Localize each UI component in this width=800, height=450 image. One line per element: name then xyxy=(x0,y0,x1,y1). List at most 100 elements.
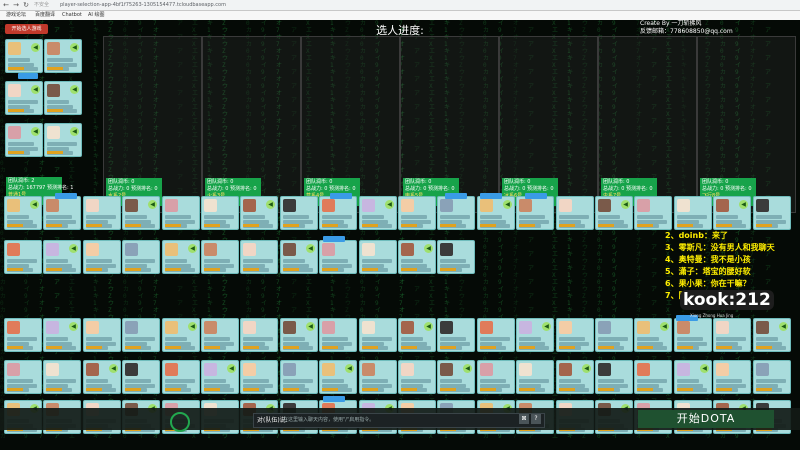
player-card[interactable] xyxy=(398,196,436,230)
security-indicator[interactable]: 不安全 xyxy=(34,1,49,9)
player-card[interactable]: ◀ xyxy=(634,318,672,352)
speaker-icon[interactable]: ◀ xyxy=(227,364,236,373)
speaker-icon[interactable]: ◀ xyxy=(306,322,315,331)
player-card[interactable]: ◀ xyxy=(477,196,515,230)
player-card[interactable] xyxy=(516,360,554,394)
player-card[interactable] xyxy=(162,196,200,230)
bookmark-item[interactable]: AI 绘图 xyxy=(88,12,105,19)
player-card[interactable] xyxy=(83,240,121,274)
player-card[interactable] xyxy=(240,240,278,274)
speaker-icon[interactable]: ◀ xyxy=(424,244,433,253)
speaker-icon[interactable]: ◀ xyxy=(69,322,78,331)
player-card[interactable] xyxy=(240,318,278,352)
player-card[interactable] xyxy=(477,360,515,394)
speaker-icon[interactable]: ◀ xyxy=(385,200,394,209)
player-card[interactable]: ◀ xyxy=(713,196,751,230)
speaker-icon[interactable]: ◀ xyxy=(542,322,551,331)
player-card[interactable]: ◀ xyxy=(5,39,43,73)
player-card[interactable] xyxy=(319,196,357,230)
player-card[interactable]: ◀ xyxy=(437,360,475,394)
player-card[interactable] xyxy=(83,196,121,230)
player-card[interactable] xyxy=(359,240,397,274)
player-card[interactable] xyxy=(280,196,318,230)
player-card[interactable]: ◀ xyxy=(43,318,81,352)
player-card[interactable] xyxy=(4,318,42,352)
url-field[interactable]: player-selection-app-4bf1f75263-13051544… xyxy=(60,1,226,9)
speaker-icon[interactable]: ◀ xyxy=(148,200,157,209)
player-card[interactable] xyxy=(516,196,554,230)
player-card[interactable]: ◀ xyxy=(44,123,82,157)
player-card[interactable] xyxy=(437,318,475,352)
player-card[interactable]: ◀ xyxy=(43,240,81,274)
speaker-icon[interactable]: ◀ xyxy=(109,364,118,373)
player-card[interactable] xyxy=(4,240,42,274)
player-card[interactable] xyxy=(122,360,160,394)
player-card[interactable] xyxy=(201,318,239,352)
player-card[interactable]: ◀ xyxy=(162,318,200,352)
start-dota-button[interactable]: 开始DOTA xyxy=(638,410,774,428)
voice-ring-icon[interactable] xyxy=(170,412,190,432)
speaker-icon[interactable]: ◀ xyxy=(424,322,433,331)
speaker-icon[interactable]: ◀ xyxy=(739,200,748,209)
speaker-icon[interactable]: ◀ xyxy=(345,364,354,373)
speaker-icon[interactable]: ◀ xyxy=(621,200,630,209)
speaker-icon[interactable]: ◀ xyxy=(30,200,39,209)
forward-icon[interactable]: → xyxy=(12,1,20,9)
speaker-icon[interactable]: ◀ xyxy=(582,364,591,373)
bookmark-item[interactable]: Chatbot xyxy=(62,12,82,19)
speaker-icon[interactable]: ◀ xyxy=(188,244,197,253)
player-card[interactable]: ◀ xyxy=(516,318,554,352)
player-card[interactable]: ◀ xyxy=(201,360,239,394)
player-card[interactable] xyxy=(556,318,594,352)
player-card[interactable] xyxy=(595,360,633,394)
speaker-icon[interactable]: ◀ xyxy=(31,127,40,136)
speaker-icon[interactable]: ◀ xyxy=(188,322,197,331)
player-card[interactable] xyxy=(753,360,791,394)
speaker-icon[interactable]: ◀ xyxy=(70,43,79,52)
player-card[interactable] xyxy=(634,360,672,394)
player-card[interactable]: ◀ xyxy=(595,196,633,230)
player-card[interactable] xyxy=(43,196,81,230)
player-card[interactable]: ◀ xyxy=(44,39,82,73)
reload-icon[interactable]: ↻ xyxy=(22,1,30,9)
player-card[interactable]: ◀ xyxy=(5,123,43,157)
player-card[interactable] xyxy=(319,318,357,352)
player-card[interactable] xyxy=(162,360,200,394)
player-card[interactable]: ◀ xyxy=(398,318,436,352)
player-card[interactable]: ◀ xyxy=(44,81,82,115)
player-card[interactable] xyxy=(359,318,397,352)
chat-tool-icon[interactable]: ⊠ xyxy=(519,414,529,424)
player-card[interactable]: ◀ xyxy=(122,196,160,230)
player-card[interactable] xyxy=(122,318,160,352)
player-card[interactable] xyxy=(359,360,397,394)
player-card[interactable] xyxy=(83,318,121,352)
speaker-icon[interactable]: ◀ xyxy=(69,244,78,253)
player-card[interactable] xyxy=(398,360,436,394)
player-card[interactable] xyxy=(595,318,633,352)
player-card[interactable] xyxy=(634,196,672,230)
player-card[interactable] xyxy=(556,196,594,230)
player-card[interactable]: ◀ xyxy=(398,240,436,274)
speaker-icon[interactable]: ◀ xyxy=(660,322,669,331)
speaker-icon[interactable]: ◀ xyxy=(31,85,40,94)
player-card[interactable] xyxy=(240,360,278,394)
player-card[interactable] xyxy=(43,360,81,394)
player-card[interactable] xyxy=(4,360,42,394)
speaker-icon[interactable]: ◀ xyxy=(266,200,275,209)
bookmark-item[interactable]: 百度翻译 xyxy=(35,12,55,19)
speaker-icon[interactable]: ◀ xyxy=(779,322,788,331)
player-card[interactable]: ◀ xyxy=(280,318,318,352)
player-card[interactable]: ◀ xyxy=(4,196,42,230)
player-card[interactable] xyxy=(477,318,515,352)
player-card[interactable] xyxy=(201,240,239,274)
speaker-icon[interactable]: ◀ xyxy=(700,364,709,373)
player-card[interactable] xyxy=(437,196,475,230)
speaker-icon[interactable]: ◀ xyxy=(306,244,315,253)
player-card[interactable] xyxy=(713,360,751,394)
speaker-icon[interactable]: ◀ xyxy=(463,364,472,373)
player-card[interactable]: ◀ xyxy=(280,240,318,274)
speaker-icon[interactable]: ◀ xyxy=(31,43,40,52)
speaker-icon[interactable]: ◀ xyxy=(70,127,79,136)
player-card[interactable] xyxy=(280,360,318,394)
player-card[interactable]: ◀ xyxy=(83,360,121,394)
